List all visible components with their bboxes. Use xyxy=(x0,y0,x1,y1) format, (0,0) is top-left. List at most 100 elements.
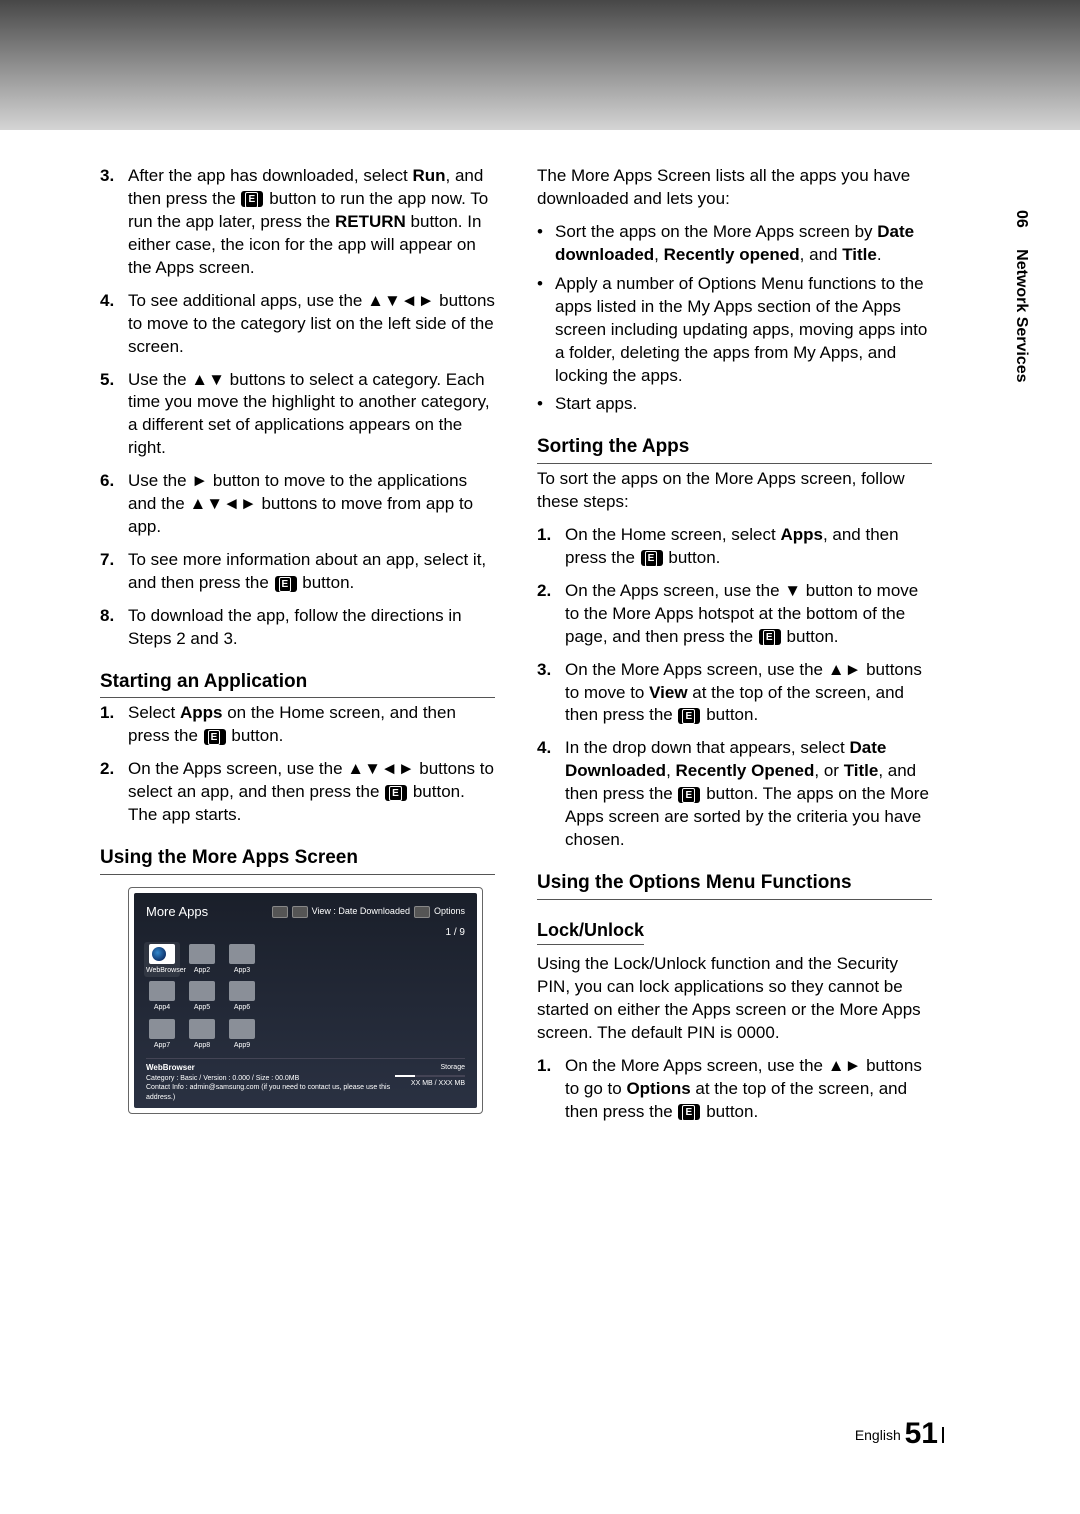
list-item: 3.After the app has downloaded, select R… xyxy=(100,165,495,280)
more-apps-screenshot: More Apps View : Date Downloaded Options… xyxy=(128,887,483,1114)
screenshot-footer-right: Storage XX MB / XXX MB xyxy=(395,1063,465,1102)
starting-app-steps: 1.Select Apps on the Home screen, and th… xyxy=(100,702,495,827)
list-item: 1.Select Apps on the Home screen, and th… xyxy=(100,702,495,748)
bullet-item: Apply a number of Options Menu functions… xyxy=(537,273,932,388)
page-footer: English 51 xyxy=(855,1414,950,1455)
steps-list-continued: 3.After the app has downloaded, select R… xyxy=(100,165,495,651)
screenshot-footer-left: WebBrowser Category : Basic / Version : … xyxy=(146,1063,395,1102)
heading-more-apps-screen: Using the More Apps Screen xyxy=(100,845,495,875)
app-icon xyxy=(229,981,255,1001)
step-text: After the app has downloaded, select Run… xyxy=(128,165,495,280)
app-meta: Category : Basic / Version : 0.000 / Siz… xyxy=(146,1074,395,1083)
enter-button-icon xyxy=(385,785,407,801)
bullet-text: Apply a number of Options Menu functions… xyxy=(555,273,932,388)
key-icon xyxy=(414,906,430,918)
app-tile: App6 xyxy=(226,981,258,1012)
chapter-number: 06 xyxy=(1013,210,1030,228)
list-item: 1.On the Home screen, select Apps, and t… xyxy=(537,524,932,570)
lock-intro: Using the Lock/Unlock function and the S… xyxy=(537,953,932,1045)
app-label: App3 xyxy=(226,966,258,975)
bullet-text: Sort the apps on the More Apps screen by… xyxy=(555,221,932,267)
app-contact: Contact Info : admin@samsung.com (if you… xyxy=(146,1083,395,1102)
heading-options-menu: Using the Options Menu Functions xyxy=(537,870,932,900)
step-text: On the Home screen, select Apps, and the… xyxy=(565,524,932,570)
footer-page-number: 51 xyxy=(905,1417,938,1450)
list-item: 2.On the Apps screen, use the ▼ button t… xyxy=(537,580,932,649)
step-number: 3. xyxy=(100,165,128,280)
view-label: View : Date Downloaded xyxy=(312,905,410,917)
step-number: 1. xyxy=(100,702,128,748)
app-name: WebBrowser xyxy=(146,1063,395,1074)
step-number: 1. xyxy=(537,1055,565,1124)
more-apps-bullets: Sort the apps on the More Apps screen by… xyxy=(537,221,932,417)
app-tile: App7 xyxy=(146,1019,178,1050)
enter-button-icon xyxy=(678,708,700,724)
app-icon xyxy=(189,944,215,964)
step-number: 6. xyxy=(100,470,128,539)
step-text: To see more information about an app, se… xyxy=(128,549,495,595)
chapter-title: Network Services xyxy=(1013,249,1030,382)
lock-steps: 1.On the More Apps screen, use the ▲► bu… xyxy=(537,1055,932,1124)
enter-button-icon xyxy=(275,576,297,592)
enter-button-icon xyxy=(241,191,263,207)
enter-button-icon xyxy=(759,629,781,645)
step-number: 7. xyxy=(100,549,128,595)
app-tile: App9 xyxy=(226,1019,258,1050)
list-item: 1.On the More Apps screen, use the ▲► bu… xyxy=(537,1055,932,1124)
app-label: App4 xyxy=(146,1003,178,1012)
top-shadow xyxy=(0,0,1080,130)
app-tile: WebBrowser xyxy=(144,942,180,977)
enter-button-icon xyxy=(204,729,226,745)
key-icon xyxy=(272,906,288,918)
chapter-tab: 06 Network Services xyxy=(1010,210,1032,383)
manual-page: 06 Network Services 3.After the app has … xyxy=(0,0,1080,1514)
step-text: To download the app, follow the directio… xyxy=(128,605,495,651)
app-label: App5 xyxy=(186,1003,218,1012)
left-column: 3.After the app has downloaded, select R… xyxy=(100,165,495,1134)
step-number: 3. xyxy=(537,659,565,728)
app-label: App2 xyxy=(186,966,218,975)
screenshot-footer: WebBrowser Category : Basic / Version : … xyxy=(146,1058,465,1102)
list-item: 8.To download the app, follow the direct… xyxy=(100,605,495,651)
footer-language: English xyxy=(855,1427,901,1443)
screenshot-app-grid: WebBrowserApp2App3App4App5App6App7App8Ap… xyxy=(146,944,465,1050)
list-item: 6.Use the ► button to move to the applic… xyxy=(100,470,495,539)
content-columns: 3.After the app has downloaded, select R… xyxy=(100,165,990,1134)
footer-bar xyxy=(942,1427,950,1443)
app-icon xyxy=(189,981,215,1001)
bullet-text: Start apps. xyxy=(555,393,637,416)
app-icon xyxy=(149,1019,175,1039)
app-label: App6 xyxy=(226,1003,258,1012)
heading-sorting-apps: Sorting the Apps xyxy=(537,434,932,464)
storage-bar xyxy=(395,1075,465,1077)
step-number: 5. xyxy=(100,369,128,461)
step-text: Use the ▲▼ buttons to select a category.… xyxy=(128,369,495,461)
list-item: 7.To see more information about an app, … xyxy=(100,549,495,595)
more-apps-intro: The More Apps Screen lists all the apps … xyxy=(537,165,932,211)
storage-value: XX MB / XXX MB xyxy=(395,1079,465,1088)
bullet-item: Start apps. xyxy=(537,393,932,416)
app-tile: App5 xyxy=(186,981,218,1012)
list-item: 4.To see additional apps, use the ▲▼◄► b… xyxy=(100,290,495,359)
step-number: 1. xyxy=(537,524,565,570)
app-icon xyxy=(189,1019,215,1039)
app-icon xyxy=(229,944,255,964)
step-text: On the More Apps screen, use the ▲► butt… xyxy=(565,659,932,728)
step-text: On the Apps screen, use the ▲▼◄► buttons… xyxy=(128,758,495,827)
step-number: 4. xyxy=(100,290,128,359)
list-item: 5.Use the ▲▼ buttons to select a categor… xyxy=(100,369,495,461)
subheading-lock-unlock: Lock/Unlock xyxy=(537,918,644,945)
step-number: 2. xyxy=(537,580,565,649)
step-text: On the Apps screen, use the ▼ button to … xyxy=(565,580,932,649)
step-text: Select Apps on the Home screen, and then… xyxy=(128,702,495,748)
step-number: 8. xyxy=(100,605,128,651)
step-number: 4. xyxy=(537,737,565,852)
app-label: App9 xyxy=(226,1041,258,1050)
screenshot-title: More Apps xyxy=(146,903,208,921)
list-item: 2.On the Apps screen, use the ▲▼◄► butto… xyxy=(100,758,495,827)
app-icon xyxy=(149,981,175,1001)
step-text: To see additional apps, use the ▲▼◄► but… xyxy=(128,290,495,359)
screenshot-page-indicator: 1 / 9 xyxy=(146,926,465,940)
key-icon xyxy=(292,906,308,918)
app-label: WebBrowser xyxy=(146,966,178,975)
